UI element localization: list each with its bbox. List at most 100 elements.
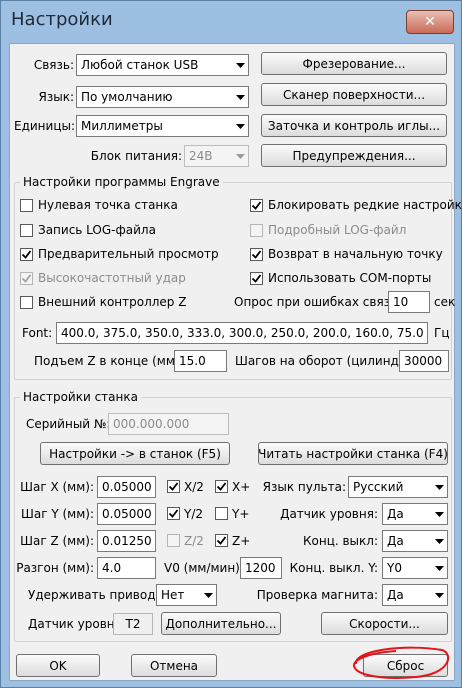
machine-zero-label: Нулевая точка станка: [38, 198, 178, 212]
z-lift-input[interactable]: 15.0: [174, 350, 227, 372]
connection-label: Связь:: [33, 58, 74, 72]
annotation-ellipse: [353, 646, 450, 679]
z-plus-label: Z+: [232, 534, 251, 548]
chevron-down-icon: [232, 87, 248, 107]
hold-drives-select[interactable]: Нет: [156, 584, 217, 606]
z-plus-checkbox[interactable]: [215, 534, 228, 547]
pendant-language-value: Русский: [353, 480, 404, 494]
steps-per-rev-input[interactable]: 30000: [399, 350, 449, 372]
x-half-checkbox[interactable]: [167, 480, 180, 493]
high-freq-strike-checkbox: [20, 272, 33, 285]
acceleration-label: Разгон (мм):: [16, 561, 94, 575]
limit-switch-y-label: Конц. выкл. Y:: [289, 561, 378, 575]
power-select: 24В: [184, 145, 249, 167]
chevron-down-icon: [431, 477, 447, 497]
x-plus-checkbox[interactable]: [215, 480, 228, 493]
step-y-input[interactable]: 0.05000: [97, 503, 156, 525]
x-half-label: X/2: [184, 480, 204, 494]
engrave-group-title: Настройки программы Engrave: [20, 175, 223, 189]
ok-button[interactable]: OK: [16, 654, 100, 677]
dialog-client: Связь: Любой станок USB Язык: По умолчан…: [9, 43, 462, 681]
settings-window: Настройки ✕ Связь: Любой станок USB Язык…: [0, 0, 462, 688]
hold-drives-label: Удерживать приводы:: [28, 588, 170, 602]
chevron-down-icon: [431, 531, 447, 551]
z-lift-label: Подъем Z в конце (мм):: [34, 354, 184, 368]
chevron-down-icon: [431, 585, 447, 605]
use-com-ports-checkbox[interactable]: [250, 272, 263, 285]
settings-to-machine-button[interactable]: Настройки -> в станок (F5): [40, 442, 230, 465]
external-z-controller-checkbox[interactable]: [20, 296, 33, 309]
level-sensor-select[interactable]: Да: [382, 503, 448, 525]
units-select[interactable]: Миллиметры: [76, 115, 249, 137]
chevron-down-icon: [232, 146, 248, 166]
y-plus-label: Y+: [232, 507, 250, 521]
step-y-label: Шаг Y (мм):: [21, 507, 94, 521]
chevron-down-icon: [232, 55, 248, 75]
sensor-value: T2: [113, 613, 153, 635]
poll-errors-input[interactable]: 10: [388, 291, 430, 313]
level-sensor-label: Датчик уровня:: [280, 507, 378, 521]
font-frequencies-input[interactable]: 400.0, 375.0, 350.0, 333.0, 300.0, 250.0…: [56, 322, 428, 344]
speeds-button[interactable]: Скорости...: [321, 612, 448, 635]
acceleration-input[interactable]: 4.0: [97, 557, 156, 579]
verbose-log-checkbox: [250, 224, 263, 237]
y-plus-checkbox[interactable]: [215, 507, 228, 520]
limit-switch-y-select[interactable]: Y0: [382, 557, 448, 579]
machine-zero-checkbox[interactable]: [20, 199, 33, 212]
connection-value: Любой станок USB: [81, 58, 199, 72]
step-z-label: Шаг Z (мм):: [20, 534, 94, 548]
z-half-checkbox: [167, 534, 180, 547]
warnings-button[interactable]: Предупреждения...: [261, 144, 447, 167]
limit-switch-value: Да: [387, 534, 404, 548]
language-value: По умолчанию: [81, 90, 173, 104]
preview-checkbox[interactable]: [20, 248, 33, 261]
hold-drives-value: Нет: [161, 588, 185, 602]
needle-sharpening-button[interactable]: Заточка и контроль иглы...: [261, 114, 447, 137]
poll-errors-unit: сек: [434, 295, 456, 309]
close-button[interactable]: ✕: [406, 10, 454, 34]
log-file-checkbox[interactable]: [20, 224, 33, 237]
pendant-language-label: Язык пульта:: [262, 480, 346, 494]
serial-label: Серийный №:: [26, 417, 111, 431]
font-unit: Гц: [434, 326, 450, 340]
language-select[interactable]: По умолчанию: [76, 86, 249, 108]
poll-errors-label: Опрос при ошибках связи:: [234, 295, 402, 309]
chevron-down-icon: [431, 504, 447, 524]
cancel-button[interactable]: Отмена: [131, 654, 217, 677]
magnet-check-select[interactable]: Да: [382, 584, 448, 606]
log-file-label: Запись LOG-файла: [38, 223, 156, 237]
external-z-controller-label: Внешний контроллер Z: [38, 295, 187, 309]
power-value: 24В: [189, 149, 213, 163]
font-label: Font:: [22, 326, 53, 340]
magnet-check-value: Да: [387, 588, 404, 602]
limit-switch-label: Конц. выкл:: [302, 534, 378, 548]
step-x-label: Шаг X (мм):: [20, 480, 94, 494]
close-icon: ✕: [424, 14, 436, 30]
step-z-input[interactable]: 0.01250: [97, 530, 156, 552]
surface-scanner-button[interactable]: Сканер поверхности...: [261, 83, 447, 106]
connection-select[interactable]: Любой станок USB: [76, 54, 249, 76]
preview-label: Предварительный просмотр: [38, 247, 219, 261]
magnet-check-label: Проверка магнита:: [256, 588, 378, 602]
power-label: Блок питания:: [90, 149, 182, 163]
use-com-ports-label: Использовать COM-порты: [268, 271, 432, 285]
additional-button[interactable]: Дополнительно...: [161, 612, 281, 635]
serial-number-field: 000.000.000: [108, 413, 229, 435]
step-x-input[interactable]: 0.05000: [97, 476, 156, 498]
pendant-language-select[interactable]: Русский: [348, 476, 448, 498]
language-label: Язык:: [38, 90, 74, 104]
chevron-down-icon: [200, 585, 216, 605]
sensor-label: Датчик уровня:: [28, 617, 126, 631]
chevron-down-icon: [431, 558, 447, 578]
read-machine-settings-button[interactable]: Читать настройки станка (F4): [258, 442, 448, 465]
window-title: Настройки: [11, 9, 113, 30]
limit-switch-select[interactable]: Да: [382, 530, 448, 552]
chevron-down-icon: [232, 116, 248, 136]
lock-rare-settings-checkbox[interactable]: [250, 199, 263, 212]
y-half-checkbox[interactable]: [167, 507, 180, 520]
y-half-label: Y/2: [184, 507, 204, 521]
x-plus-label: X+: [232, 480, 251, 494]
return-home-checkbox[interactable]: [250, 248, 263, 261]
limit-switch-y-value: Y0: [387, 561, 402, 575]
milling-button[interactable]: Фрезерование...: [261, 52, 447, 75]
